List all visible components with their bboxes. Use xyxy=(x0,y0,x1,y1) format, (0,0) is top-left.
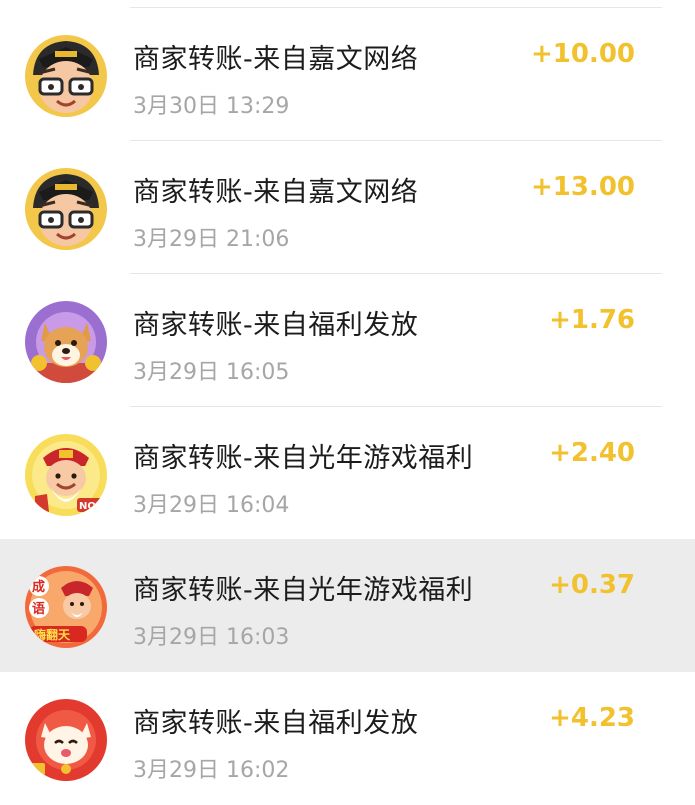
transaction-title: 商家转账-来自福利发放 xyxy=(133,310,419,341)
transaction-row[interactable]: 商家转账-来自福利发放 3月29日 16:05 +1.76 xyxy=(0,274,695,407)
transaction-row[interactable]: 成 语 嗨翻天 商家转账-来自光年游戏福利 3月29日 16:03 +0.37 xyxy=(0,539,695,672)
badge-char-2: 语 xyxy=(32,602,45,617)
transaction-amount: +1.76 xyxy=(549,305,635,335)
transaction-title: 商家转账-来自嘉文网络 xyxy=(133,177,419,208)
transaction-title: 商家转账-来自光年游戏福利 xyxy=(133,443,474,474)
transaction-time: 3月29日 16:05 xyxy=(133,360,290,385)
transaction-amount: +10.00 xyxy=(530,39,635,69)
idiom-game-avatar: 成 语 嗨翻天 xyxy=(25,566,107,648)
transaction-row[interactable]: 商家转账-来自嘉文网络 3月29日 21:06 +13.00 xyxy=(0,141,695,274)
transaction-title: 商家转账-来自嘉文网络 xyxy=(133,44,419,75)
transaction-amount: +2.40 xyxy=(549,438,635,468)
transaction-time: 3月29日 21:06 xyxy=(133,227,290,252)
transaction-time: 3月30日 13:29 xyxy=(133,94,290,119)
transaction-title: 商家转账-来自福利发放 xyxy=(133,708,419,739)
transaction-time: 3月29日 16:04 xyxy=(133,493,290,518)
transaction-row[interactable]: 商家转账-来自福利发放 3月29日 16:02 +4.23 xyxy=(0,672,695,805)
fortune-god-avatar: NO xyxy=(25,434,107,516)
official-cartoon-avatar xyxy=(25,168,107,250)
transaction-row[interactable]: NO 商家转账-来自光年游戏福利 3月29日 16:04 +2.40 xyxy=(0,407,695,540)
official-cartoon-avatar xyxy=(25,35,107,117)
transaction-time: 3月29日 16:02 xyxy=(133,758,290,783)
lucky-cat-avatar xyxy=(25,699,107,781)
svg-text:NO: NO xyxy=(79,501,96,512)
transaction-title: 商家转账-来自光年游戏福利 xyxy=(133,575,474,606)
transaction-time: 3月29日 16:03 xyxy=(133,625,290,650)
transaction-list: 商家转账-来自嘉文网络 3月30日 13:29 +10.00 商家转账-来自嘉文… xyxy=(0,0,695,800)
badge-banner: 嗨翻天 xyxy=(34,627,71,642)
shiba-dog-avatar xyxy=(25,301,107,383)
transaction-amount: +4.23 xyxy=(549,703,635,733)
badge-char-1: 成 xyxy=(32,579,45,595)
transaction-amount: +0.37 xyxy=(549,570,635,600)
transaction-row[interactable]: 商家转账-来自嘉文网络 3月30日 13:29 +10.00 xyxy=(0,8,695,141)
transaction-amount: +13.00 xyxy=(530,172,635,202)
